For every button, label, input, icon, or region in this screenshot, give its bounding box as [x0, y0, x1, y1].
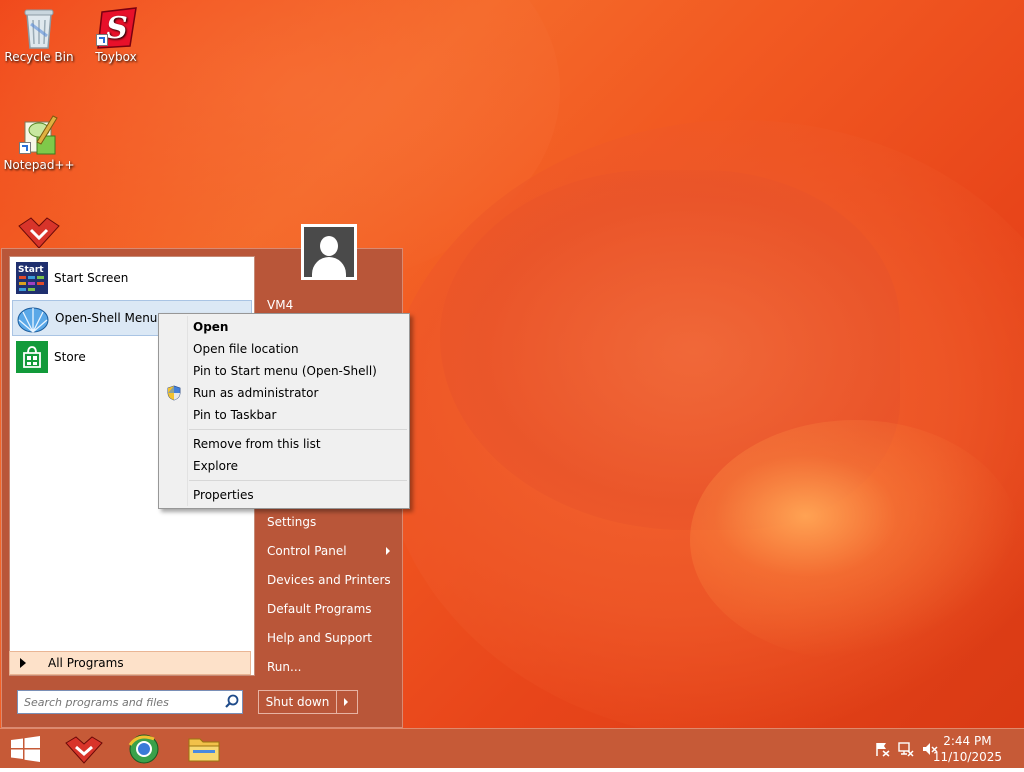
context-item-label: Pin to Taskbar [193, 408, 277, 422]
right-item-default-programs[interactable]: Default Programs [260, 595, 400, 623]
notepad-plus-plus-icon [19, 114, 59, 155]
shortcut-arrow-icon [19, 142, 31, 154]
right-item-label: Default Programs [267, 602, 372, 616]
start-screen-icon: Start [16, 262, 48, 294]
windows-logo-icon [11, 736, 40, 762]
right-item-label: Help and Support [267, 631, 372, 645]
context-item-open-file-location[interactable]: Open file location [161, 338, 407, 360]
context-item-label: Explore [193, 459, 239, 473]
all-programs-label: All Programs [48, 656, 124, 670]
search-box[interactable] [17, 690, 243, 714]
shutdown-button[interactable]: Shut down [259, 691, 337, 713]
context-item-label: Remove from this list [193, 437, 321, 451]
context-item-pin-to-taskbar[interactable]: Pin to Taskbar [161, 404, 407, 426]
context-menu: Open Open file location Pin to Start men… [158, 313, 410, 509]
right-item-label: Run... [267, 660, 302, 674]
search-icon[interactable] [222, 692, 242, 712]
right-item-label: Devices and Printers [267, 573, 391, 587]
uac-shield-icon [167, 385, 181, 401]
wallpaper-highlight [690, 420, 1020, 660]
all-programs-button[interactable]: All Programs [9, 651, 251, 675]
context-menu-separator [189, 480, 407, 481]
context-item-properties[interactable]: Properties [161, 484, 407, 506]
clock[interactable]: 2:44 PM 11/10/2025 [933, 733, 1002, 765]
user-icon [304, 227, 354, 277]
shutdown-label: Shut down [265, 695, 330, 709]
recycle-bin-icon [19, 6, 59, 49]
expand-arrow-icon [20, 658, 26, 668]
context-item-label: Run as administrator [193, 386, 319, 400]
submenu-arrow-icon [386, 547, 390, 555]
context-item-label: Open file location [193, 342, 299, 356]
desktop-icon-recycle-bin[interactable]: Recycle Bin [1, 6, 77, 64]
desktop-icon-label: Toybox [95, 50, 137, 64]
context-item-pin-to-start-menu[interactable]: Pin to Start menu (Open-Shell) [161, 360, 407, 382]
desktop-icon-label: Recycle Bin [4, 50, 74, 64]
context-item-remove-from-list[interactable]: Remove from this list [161, 433, 407, 455]
right-item-run[interactable]: Run... [260, 653, 400, 681]
clock-time: 2:44 PM [943, 734, 992, 748]
right-item-label: Settings [267, 515, 317, 529]
user-name-label: VM4 [267, 298, 294, 312]
right-item-help-and-support[interactable]: Help and Support [260, 624, 400, 652]
search-input[interactable] [18, 694, 222, 710]
open-shell-icon [17, 302, 49, 334]
toybox-taskbar-icon[interactable] [56, 729, 112, 769]
start-screen-icon-text: Start [18, 265, 44, 275]
desktop-icon-notepad-plus-plus[interactable]: Notepad++ [1, 114, 77, 172]
program-item-start-screen[interactable]: Start Start Screen [12, 260, 252, 296]
toybox-icon: S [96, 6, 137, 49]
context-item-run-as-administrator[interactable]: Run as administrator [161, 382, 407, 404]
shortcut-arrow-icon [96, 34, 108, 46]
start-button[interactable] [0, 729, 56, 769]
right-item-control-panel[interactable]: Control Panel [260, 537, 400, 565]
context-item-label: Properties [193, 488, 254, 502]
context-item-label: Open [193, 320, 229, 334]
context-item-label: Pin to Start menu (Open-Shell) [193, 364, 377, 378]
right-item-devices-and-printers[interactable]: Devices and Printers [260, 566, 400, 594]
right-item-settings[interactable]: Settings [260, 508, 400, 536]
action-center-flag-icon[interactable] [874, 741, 890, 757]
context-item-open[interactable]: Open [161, 316, 407, 338]
store-icon [16, 341, 48, 373]
desktop-icon-toybox[interactable]: S Toybox [78, 6, 154, 64]
shutdown-button-group: Shut down [258, 690, 358, 714]
program-item-label: Start Screen [54, 271, 129, 285]
taskbar: 2:44 PM 11/10/2025 [0, 728, 1024, 768]
clock-date: 11/10/2025 [932, 750, 1002, 764]
context-menu-separator [189, 429, 407, 430]
program-item-label: Store [54, 350, 86, 364]
file-explorer-taskbar-icon[interactable] [176, 729, 232, 769]
desktop-icon-label: Notepad++ [3, 158, 75, 172]
browser-taskbar-icon[interactable] [116, 729, 172, 769]
shutdown-options-arrow-icon[interactable] [337, 691, 357, 713]
user-avatar[interactable] [301, 224, 357, 280]
right-item-label: Control Panel [267, 544, 347, 558]
network-icon[interactable] [898, 741, 914, 757]
context-item-explore[interactable]: Explore [161, 455, 407, 477]
svg-text:S: S [106, 11, 128, 46]
